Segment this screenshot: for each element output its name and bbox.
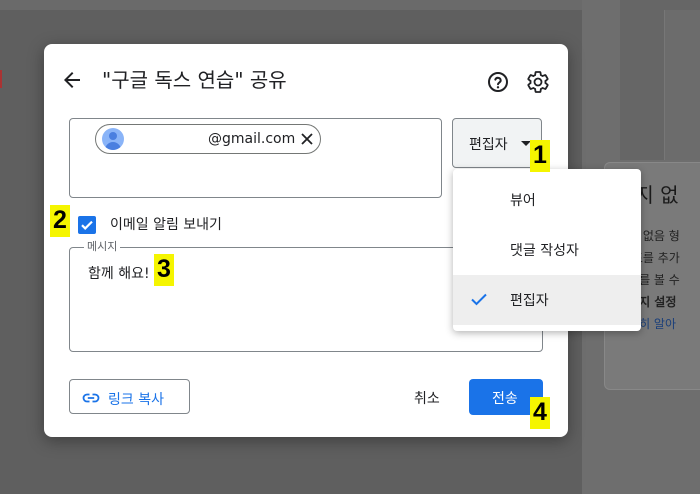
role-select-button[interactable]: 편집자 [452,118,542,168]
help-button[interactable] [486,70,510,94]
check-icon [471,293,487,306]
background-side-tab [664,10,700,160]
recipient-chip[interactable]: @gmail.com [95,124,321,154]
step-marker-3: 3 [154,254,174,286]
menu-item-commenter[interactable]: 댓글 작성자 [453,225,641,275]
notify-checkbox[interactable] [78,216,96,234]
settings-button[interactable] [526,70,550,94]
avatar-icon [102,128,124,150]
background-marker [0,70,2,88]
menu-item-label: 편집자 [510,293,549,309]
recipient-email: @gmail.com [208,131,296,147]
recipients-input[interactable]: @gmail.com [69,118,442,198]
link-icon [82,393,100,403]
step-marker-1: 1 [530,140,550,172]
close-icon [301,133,313,145]
role-menu: 뷰어 댓글 작성자 편집자 [453,169,641,331]
send-label: 전송 [492,391,518,407]
back-button[interactable] [60,68,84,92]
menu-item-editor[interactable]: 편집자 [453,275,641,325]
step-marker-4: 4 [530,397,550,429]
menu-item-label: 댓글 작성자 [510,243,579,259]
cancel-label: 취소 [414,391,440,407]
back-arrow-icon [64,72,80,88]
step-marker-2: 2 [50,205,70,237]
notify-label: 이메일 알림 보내기 [110,217,222,233]
gear-icon [527,71,549,93]
role-select-label: 편집자 [469,137,508,153]
help-icon [488,72,508,92]
copy-link-label: 링크 복사 [108,392,164,408]
dialog-title: "구글 독스 연습" 공유 [102,68,287,92]
menu-item-viewer[interactable]: 뷰어 [453,175,641,225]
copy-link-button[interactable]: 링크 복사 [69,379,190,414]
menu-item-label: 뷰어 [510,193,536,209]
checkbox-icon [81,220,93,230]
message-text: 함께 해요! [88,266,150,282]
message-legend: 메시지 [84,240,121,254]
remove-recipient-button[interactable] [299,131,315,147]
cancel-button[interactable]: 취소 [399,379,453,414]
